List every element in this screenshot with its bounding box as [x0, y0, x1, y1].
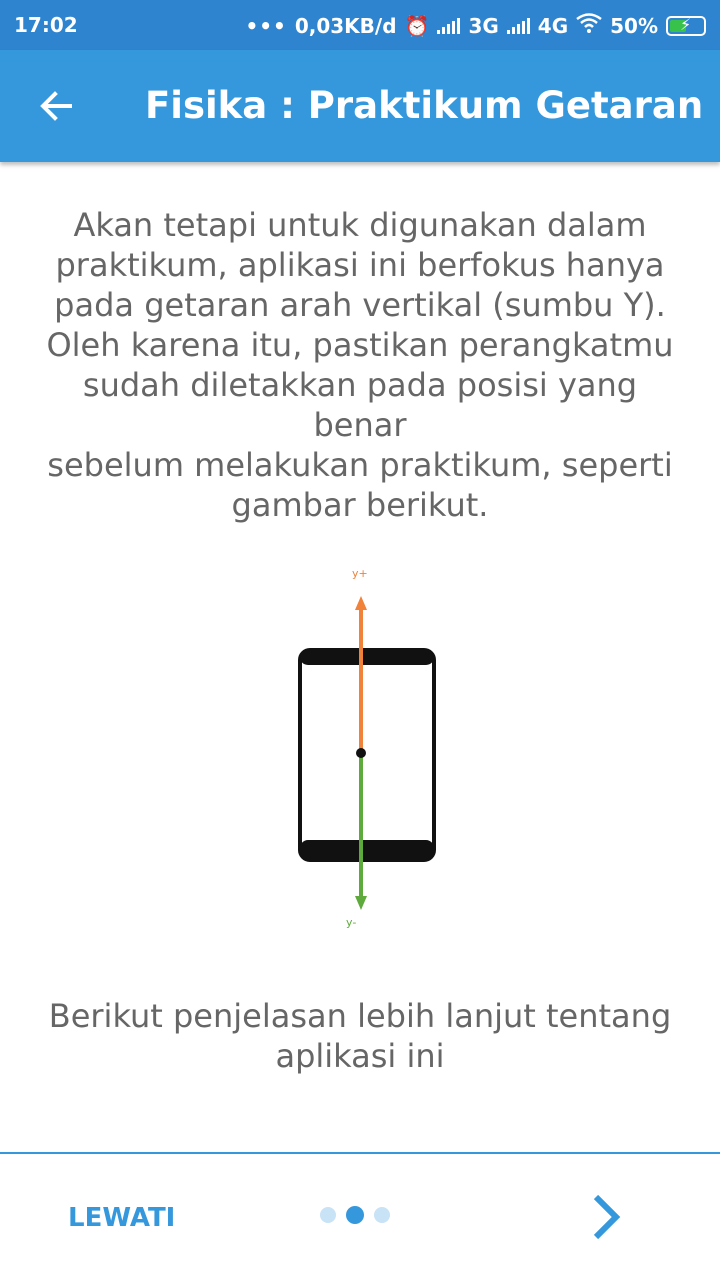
network-type-1: 3G: [468, 13, 499, 38]
phone-outline-icon: [298, 648, 436, 862]
phone-top-bezel: [300, 650, 434, 665]
pager-dot: [320, 1207, 336, 1223]
paragraph-line: pada getaran arah vertikal (sumbu Y).: [54, 286, 666, 324]
paragraph-line: sebelum melakukan praktikum, seperti: [47, 446, 673, 484]
caption-line: aplikasi ini: [275, 1037, 445, 1075]
battery-percent: 50%: [610, 13, 658, 38]
intro-paragraph: Akan tetapi untuk digunakan dalam prakti…: [40, 205, 680, 525]
more-dots-icon: •••: [245, 13, 287, 38]
network-type-2: 4G: [537, 13, 569, 38]
up-arrow-icon: [355, 596, 367, 610]
wifi-icon: [576, 13, 602, 38]
status-indicators: ••• 0,03KB/d ⏰ 3G 4G 50%: [245, 13, 706, 38]
signal-icon-2: [506, 17, 530, 34]
chevron-right-icon[interactable]: [586, 1193, 626, 1241]
skip-button[interactable]: LEWATI: [68, 1203, 175, 1233]
caption-text: Berikut penjelasan lebih lanjut tentang …: [40, 996, 680, 1076]
page-indicator: [320, 1206, 390, 1224]
down-arrow-icon: [355, 896, 367, 910]
pager-dot: [374, 1207, 390, 1223]
paragraph-line: praktikum, aplikasi ini berfokus hanya: [55, 246, 665, 284]
paragraph-line: sudah diletakkan pada posisi yang benar: [82, 366, 638, 444]
phone-bottom-bezel: [300, 840, 434, 860]
status-bar: 17:02 ••• 0,03KB/d ⏰ 3G 4G 50%: [0, 0, 720, 50]
status-time: 17:02: [14, 13, 78, 37]
center-point: [356, 748, 366, 758]
alarm-icon: ⏰: [404, 13, 430, 38]
caption-line: Berikut penjelasan lebih lanjut tentang: [48, 997, 672, 1035]
paragraph-line: Akan tetapi untuk digunakan dalam: [73, 206, 647, 244]
pager-dot-active: [346, 1206, 364, 1224]
back-arrow-icon[interactable]: [36, 86, 76, 126]
signal-icon: [437, 17, 461, 34]
battery-icon: [666, 15, 706, 36]
page-title: Fisika : Praktikum Getaran: [145, 84, 704, 127]
y-minus-label: y-: [346, 916, 356, 929]
network-speed: 0,03KB/d: [294, 13, 397, 38]
y-plus-label: y+: [352, 567, 368, 580]
footer-divider: [0, 1152, 720, 1154]
app-bar: Fisika : Praktikum Getaran: [0, 50, 720, 162]
phone-axis-illustration: y+ y-: [298, 567, 436, 929]
paragraph-line: gambar berikut.: [231, 486, 489, 524]
paragraph-line: Oleh karena itu, pastikan perangkatmu: [46, 326, 674, 364]
